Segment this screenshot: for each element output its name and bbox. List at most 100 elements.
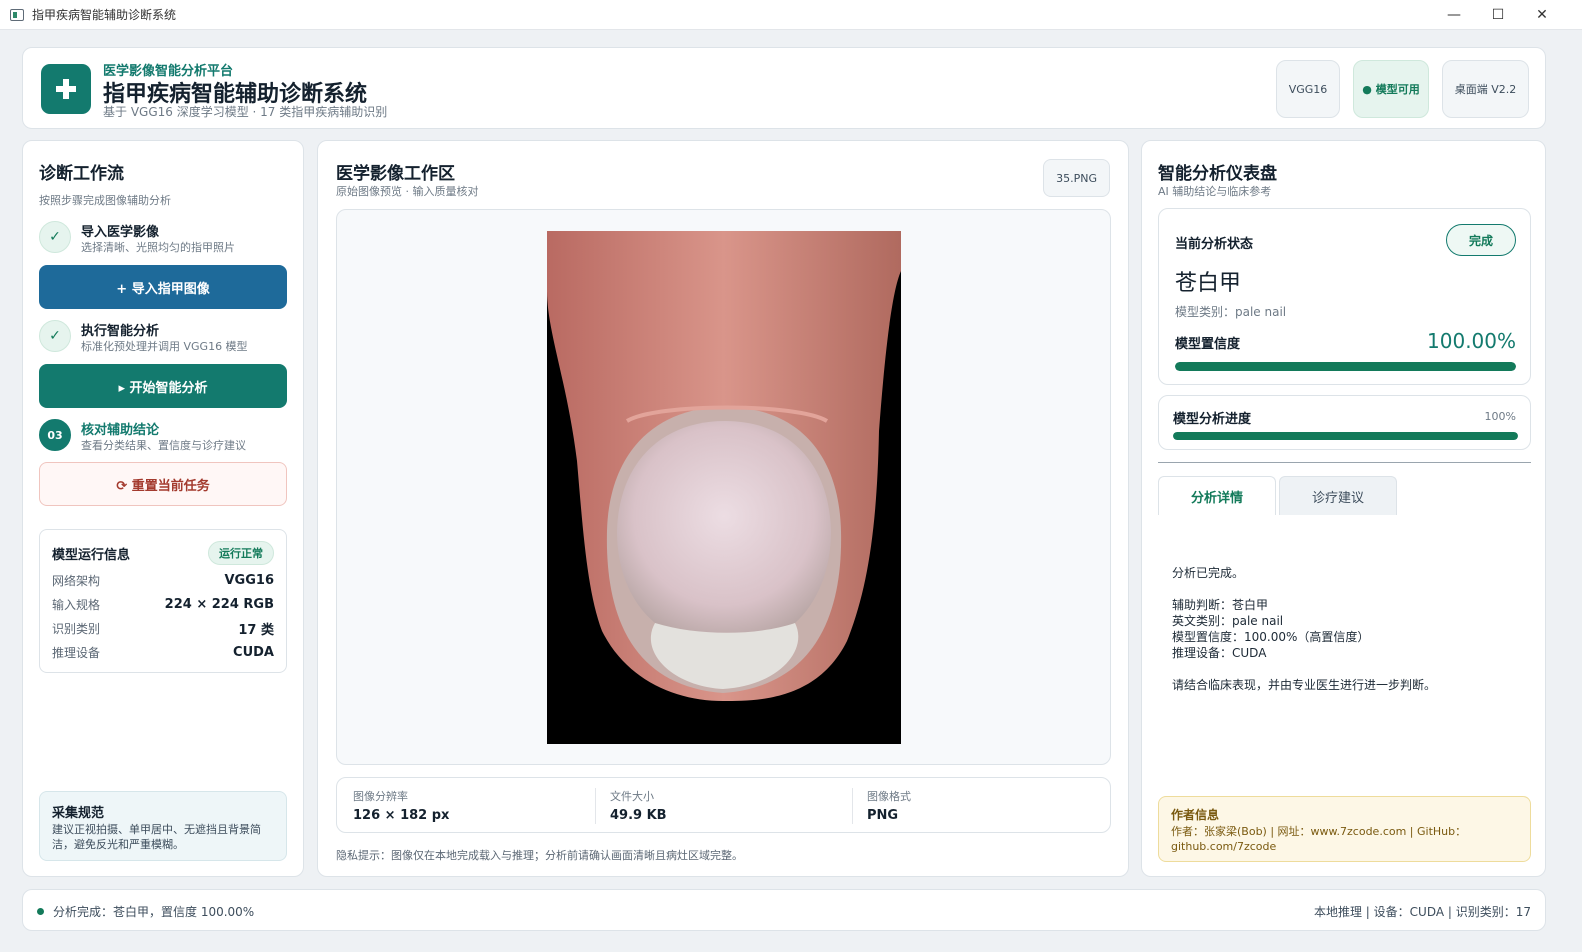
tab-analysis-details[interactable]: 分析详情 — [1158, 476, 1276, 515]
divider — [852, 788, 853, 824]
diagnosis-result: 苍白甲 — [1175, 271, 1242, 296]
step-analyze: ✓ 执行智能分析 标准化预处理并调用 VGG16 模型 — [39, 318, 289, 354]
analysis-dashboard: 智能分析仪表盘 AI 辅助结论与临床参考 当前分析状态 完成 苍白甲 模型类别：… — [1141, 140, 1546, 877]
image-viewer[interactable] — [336, 209, 1111, 765]
workspace-subtitle: 原始图像预览 · 输入质量核对 — [336, 185, 479, 198]
image-workspace: 医学影像工作区 原始图像预览 · 输入质量核对 35.PNG 图像分辨率 126… — [317, 140, 1129, 877]
meta-label: 图像分辨率 — [353, 790, 408, 803]
workflow-subtitle: 按照步骤完成图像辅助分析 — [39, 194, 171, 207]
info-value: CUDA — [233, 644, 274, 660]
reset-task-button[interactable]: ⟳ 重置当前任务 — [39, 462, 287, 506]
divider — [595, 788, 596, 824]
detail-line: 辅助判断：苍白甲 — [1172, 598, 1269, 612]
confidence-label: 模型置信度 — [1175, 337, 1241, 352]
window-titlebar: 指甲疾病智能辅助诊断系统 — ☐ ✕ — [0, 0, 1582, 30]
status-dot-icon — [37, 908, 44, 915]
dashboard-title: 智能分析仪表盘 — [1158, 164, 1277, 184]
divider — [1158, 462, 1531, 463]
info-value: 17 类 — [238, 622, 274, 638]
status-message: 分析完成：苍白甲，置信度 100.00% — [53, 905, 255, 919]
minimize-button[interactable]: — — [1432, 0, 1476, 30]
status-bar: 分析完成：苍白甲，置信度 100.00% 本地推理 | 设备：CUDA | 识别… — [22, 889, 1546, 931]
progress-bar — [1173, 432, 1518, 440]
step-review: 03 核对辅助结论 查看分类结果、置信度与诊疗建议 — [39, 417, 289, 453]
info-row: 网络架构 VGG16 — [52, 570, 274, 590]
meta-label: 文件大小 — [610, 790, 654, 803]
detail-line: 模型置信度：100.00%（高置信度） — [1172, 630, 1370, 644]
check-icon: ✓ — [39, 221, 71, 253]
analysis-progress-card: 模型分析进度 100% — [1158, 395, 1531, 450]
filesize-cell: 文件大小 49.9 KB — [610, 788, 850, 824]
spec-title: 采集规范 — [52, 806, 105, 821]
info-key: 输入规格 — [52, 597, 101, 612]
close-button[interactable]: ✕ — [1520, 0, 1564, 30]
spec-text: 建议正视拍摄、单甲居中、无遮挡且背景简洁，避免反光和严重模糊。 — [52, 823, 261, 851]
meta-value: PNG — [867, 808, 899, 823]
progress-percent: 100% — [1484, 410, 1516, 423]
progress-bar-fill — [1173, 432, 1518, 440]
app-icon — [10, 8, 24, 21]
confidence-value: 100.00% — [1427, 329, 1516, 353]
detail-line: 请结合临床表现，并由专业医生进行进一步判断。 — [1172, 678, 1437, 692]
model-info-card: 模型运行信息 运行正常 网络架构 VGG16 输入规格 224 × 224 RG… — [39, 529, 287, 673]
meta-value: 126 × 182 px — [353, 808, 450, 823]
resolution-cell: 图像分辨率 126 × 182 px — [353, 788, 593, 824]
info-row: 推理设备 CUDA — [52, 642, 274, 662]
dashboard-subtitle: AI 辅助结论与临床参考 — [1158, 185, 1272, 198]
author-info-card: 作者信息 作者：张家梁(Bob) | 网址：www.7zcode.com | G… — [1158, 796, 1531, 862]
info-key: 推理设备 — [52, 645, 101, 660]
start-analysis-button[interactable]: ▸ 开始智能分析 — [39, 364, 287, 408]
workspace-title: 医学影像工作区 — [336, 164, 455, 184]
filename-chip: 35.PNG — [1043, 159, 1110, 197]
step-import: ✓ 导入医学影像 选择清晰、光照均匀的指甲照片 — [39, 219, 289, 255]
capture-spec-card: 采集规范 建议正视拍摄、单甲居中、无遮挡且背景简洁，避免反光和严重模糊。 — [39, 791, 287, 861]
confidence-bar-fill — [1175, 362, 1516, 371]
format-cell: 图像格式 PNG — [867, 788, 1107, 824]
app-header: 医学影像智能分析平台 指甲疾病智能辅助诊断系统 基于 VGG16 深度学习模型 … — [22, 47, 1546, 129]
analysis-status-card: 当前分析状态 完成 苍白甲 模型类别：pale nail 模型置信度 100.0… — [1158, 208, 1531, 385]
info-value: 224 × 224 RGB — [164, 596, 274, 612]
workflow-panel: 诊断工作流 按照步骤完成图像辅助分析 ✓ 导入医学影像 选择清晰、光照均匀的指甲… — [22, 140, 304, 877]
info-key: 网络架构 — [52, 573, 101, 588]
model-info-title: 模型运行信息 — [52, 548, 131, 563]
analysis-details-text: 分析已完成。 辅助判断：苍白甲 英文类别：pale nail 模型置信度：100… — [1172, 565, 1436, 693]
status-badge: 运行正常 — [208, 541, 274, 565]
step-desc: 标准化预处理并调用 VGG16 模型 — [81, 340, 248, 353]
meta-value: 49.9 KB — [610, 808, 667, 823]
model-chip: VGG16 — [1276, 60, 1340, 118]
workflow-title: 诊断工作流 — [39, 164, 124, 184]
step-desc: 选择清晰、光照均匀的指甲照片 — [81, 241, 235, 254]
info-row: 输入规格 224 × 224 RGB — [52, 594, 274, 614]
nail-image — [547, 231, 901, 744]
step-number: 03 — [39, 419, 71, 451]
info-row: 识别类别 17 类 — [52, 618, 274, 638]
step-title: 执行智能分析 — [81, 324, 160, 339]
tab-treatment-advice[interactable]: 诊疗建议 — [1279, 476, 1397, 515]
author-title: 作者信息 — [1171, 808, 1220, 822]
detail-line: 英文类别：pale nail — [1172, 614, 1284, 628]
header-description: 基于 VGG16 深度学习模型 · 17 类指甲疾病辅助识别 — [103, 105, 388, 119]
version-chip: 桌面端 V2.2 — [1442, 60, 1529, 118]
model-status-chip: ● 模型可用 — [1353, 60, 1429, 118]
medical-cross-icon — [41, 64, 91, 114]
maximize-button[interactable]: ☐ — [1476, 0, 1520, 30]
progress-label: 模型分析进度 — [1173, 412, 1252, 427]
window-title: 指甲疾病智能辅助诊断系统 — [32, 8, 177, 22]
info-value: VGG16 — [224, 572, 275, 588]
confidence-bar — [1175, 362, 1516, 371]
status-right: 本地推理 | 设备：CUDA | 识别类别：17 — [1313, 905, 1531, 919]
status-label: 当前分析状态 — [1175, 237, 1254, 252]
detail-line: 分析已完成。 — [1172, 566, 1245, 580]
status-pill: 完成 — [1446, 224, 1516, 256]
meta-label: 图像格式 — [867, 790, 911, 803]
privacy-notice: 隐私提示：图像仅在本地完成载入与推理；分析前请确认画面清晰且病灶区域完整。 — [336, 849, 743, 862]
detail-line: 推理设备：CUDA — [1172, 646, 1267, 660]
info-key: 识别类别 — [52, 621, 101, 636]
step-desc: 查看分类结果、置信度与诊疗建议 — [81, 439, 246, 452]
author-text: 作者：张家梁(Bob) | 网址：www.7zcode.com | GitHub… — [1171, 825, 1467, 853]
step-title: 核对辅助结论 — [81, 423, 160, 438]
check-icon: ✓ — [39, 320, 71, 352]
image-meta-bar: 图像分辨率 126 × 182 px 文件大小 49.9 KB 图像格式 PNG — [336, 777, 1111, 833]
import-image-button[interactable]: + 导入指甲图像 — [39, 265, 287, 309]
step-title: 导入医学影像 — [81, 225, 160, 240]
